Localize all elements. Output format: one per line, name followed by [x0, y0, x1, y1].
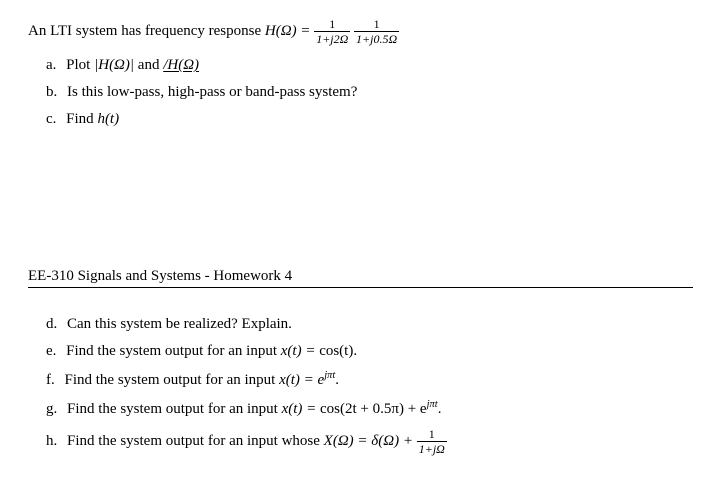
item-h: h. Find the system output for an input w… — [46, 428, 693, 455]
item-text: Is this low-pass, high-pass or band-pass… — [67, 84, 357, 100]
fraction-1: 1 1+j2Ω — [314, 18, 350, 45]
item-label: c. — [46, 111, 56, 127]
item-f: f. Find the system output for an input x… — [46, 370, 693, 389]
item-text: Find the system output for an input x(t)… — [65, 372, 340, 388]
item-d: d. Can this system be realized? Explain. — [46, 316, 693, 333]
item-a: a. Plot |H(Ω)| and /H(Ω) — [46, 57, 693, 74]
item-label: e. — [46, 343, 56, 359]
item-text: Find the system output for an input x(t)… — [67, 401, 441, 417]
item-text: Find the system output for an input x(t)… — [66, 343, 357, 359]
item-text: Find the system output for an input whos… — [67, 433, 447, 449]
item-label: b. — [46, 84, 57, 100]
item-text: Can this system be realized? Explain. — [67, 316, 292, 332]
fraction-2: 1 1+j0.5Ω — [354, 18, 399, 45]
fraction-x: 1 1+jΩ — [417, 428, 447, 455]
item-list-1: a. Plot |H(Ω)| and /H(Ω) b. Is this low-… — [28, 57, 693, 128]
item-g: g. Find the system output for an input x… — [46, 399, 693, 418]
item-c: c. Find h(t) — [46, 111, 693, 128]
intro-prefix: An LTI system has frequency response — [28, 23, 265, 39]
angle-h: /H(Ω) — [163, 57, 199, 73]
item-label: d. — [46, 316, 57, 332]
item-label: a. — [46, 57, 56, 73]
spacer — [28, 138, 693, 268]
item-label: f. — [46, 372, 55, 388]
item-list-2: d. Can this system be realized? Explain.… — [28, 316, 693, 455]
h-omega-expr: H(Ω) = 1 1+j2Ω 1 1+j0.5Ω — [265, 23, 399, 39]
item-label: h. — [46, 433, 57, 449]
header-text: EE-310 Signals and Systems - Homework 4 — [28, 268, 292, 284]
item-b: b. Is this low-pass, high-pass or band-p… — [46, 84, 693, 101]
item-text: Plot |H(Ω)| and /H(Ω) — [66, 57, 199, 73]
page-header: EE-310 Signals and Systems - Homework 4 — [28, 268, 693, 288]
problem-statement: An LTI system has frequency response H(Ω… — [28, 18, 693, 45]
item-e: e. Find the system output for an input x… — [46, 343, 693, 360]
item-text: Find h(t) — [66, 111, 119, 127]
item-label: g. — [46, 401, 57, 417]
